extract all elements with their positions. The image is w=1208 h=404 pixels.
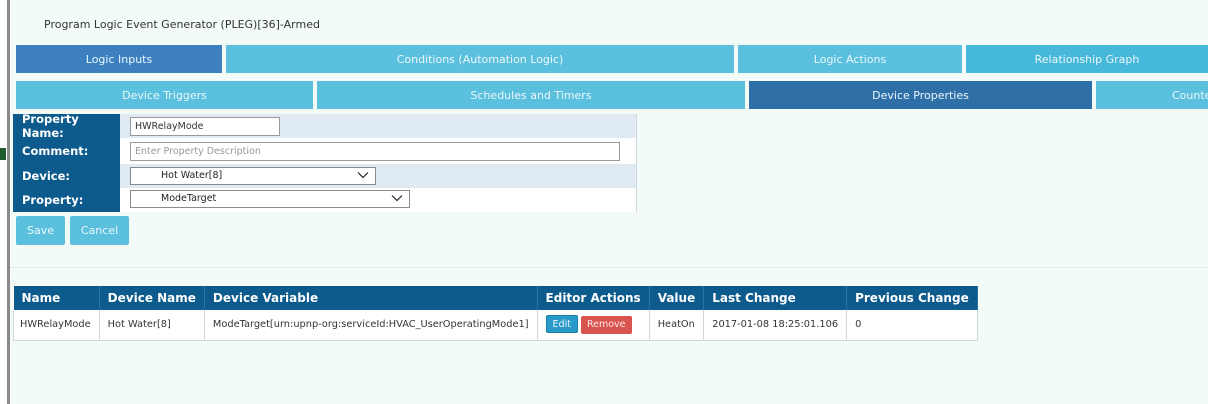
comment-input[interactable] — [130, 142, 620, 161]
tab-logic-inputs[interactable]: Logic Inputs — [16, 45, 222, 73]
subtab-schedules-timers[interactable]: Schedules and Timers — [317, 81, 745, 109]
cell-name: HWRelayMode — [13, 310, 100, 341]
cell-device-name: Hot Water[8] — [99, 310, 205, 341]
property-name-label: Property Name: — [13, 112, 120, 140]
property-form: Property Name: Comment: Device: Hot Wate… — [13, 112, 637, 212]
chevron-down-icon — [391, 195, 403, 202]
form-row-property: Property: ModeTarget — [13, 188, 637, 212]
page-title: Program Logic Event Generator (PLEG)[36]… — [44, 18, 320, 31]
device-cell: Hot Water[8] — [120, 164, 637, 188]
form-row-property-name: Property Name: — [13, 112, 637, 140]
property-label: Property: — [13, 188, 120, 212]
form-row-comment: Comment: — [13, 138, 637, 164]
comment-cell — [120, 138, 637, 164]
tab-relationship-graph[interactable]: Relationship Graph — [966, 45, 1208, 73]
subtab-counter[interactable]: Counter — [1096, 81, 1208, 109]
col-previous-change: Previous Change — [846, 286, 978, 310]
col-device-variable: Device Variable — [204, 286, 538, 310]
form-row-device: Device: Hot Water[8] — [13, 164, 637, 188]
property-select[interactable]: ModeTarget — [130, 190, 410, 208]
property-name-cell — [120, 114, 637, 138]
device-select-value: Hot Water[8] — [161, 170, 223, 181]
save-button[interactable]: Save — [16, 216, 65, 245]
col-last-change: Last Change — [703, 286, 848, 310]
table-row: HWRelayMode Hot Water[8] ModeTarget[urn:… — [13, 310, 978, 341]
edit-button[interactable]: Edit — [545, 315, 578, 334]
section-divider — [10, 267, 1208, 268]
property-select-value: ModeTarget — [161, 193, 217, 204]
cell-editor-actions: Edit Remove — [537, 310, 650, 341]
chevron-down-icon — [357, 172, 369, 179]
comment-label: Comment: — [13, 138, 120, 164]
subtab-device-properties[interactable]: Device Properties — [749, 81, 1092, 109]
property-name-input[interactable] — [130, 117, 280, 136]
col-device-name: Device Name — [99, 286, 205, 310]
cell-previous-change: 0 — [846, 310, 978, 341]
cell-last-change: 2017-01-08 18:25:01.106 — [703, 310, 848, 341]
device-select[interactable]: Hot Water[8] — [130, 167, 376, 185]
cell-device-variable: ModeTarget[urn:upnp-org:serviceId:HVAC_U… — [204, 310, 538, 341]
cell-value: HeatOn — [649, 310, 705, 341]
property-cell: ModeTarget — [120, 188, 637, 212]
col-name: Name — [13, 286, 100, 310]
remove-button[interactable]: Remove — [580, 316, 632, 335]
table-header-row: Name Device Name Device Variable Editor … — [13, 286, 978, 310]
subtab-device-triggers[interactable]: Device Triggers — [16, 81, 313, 109]
left-edge-mark — [0, 148, 6, 160]
cancel-button[interactable]: Cancel — [70, 216, 129, 245]
device-label: Device: — [13, 164, 120, 188]
col-value: Value — [649, 286, 705, 310]
tab-conditions[interactable]: Conditions (Automation Logic) — [226, 45, 734, 73]
col-editor-actions: Editor Actions — [537, 286, 650, 310]
tab-logic-actions[interactable]: Logic Actions — [738, 45, 962, 73]
properties-table: Name Device Name Device Variable Editor … — [13, 286, 978, 341]
